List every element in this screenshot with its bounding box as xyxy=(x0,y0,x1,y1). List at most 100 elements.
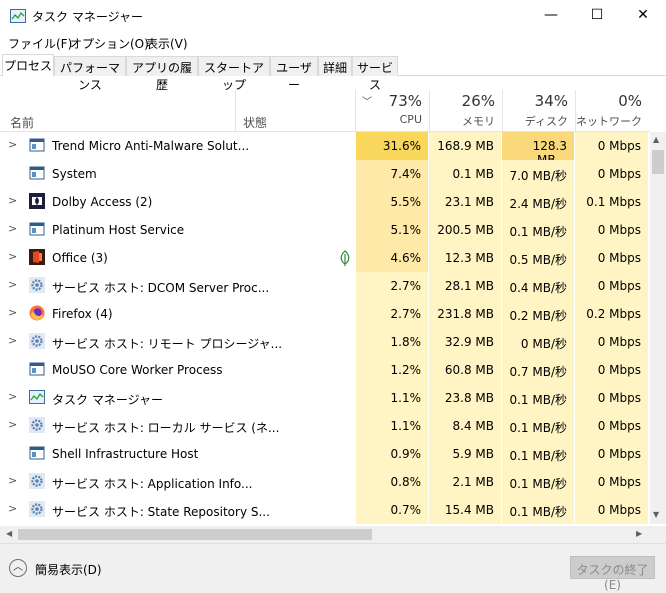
minimize-icon: — xyxy=(544,7,558,23)
chevron-right-icon[interactable]: > xyxy=(8,502,18,515)
vertical-scroll-thumb[interactable] xyxy=(652,150,664,174)
header-network[interactable]: 0% ネットワーク xyxy=(575,88,649,132)
scroll-down-icon[interactable]: ▼ xyxy=(653,510,659,519)
window-title: タスク マネージャー xyxy=(32,10,143,24)
tab-performance[interactable]: パフォーマンス xyxy=(54,56,126,92)
chevron-right-icon[interactable]: > xyxy=(8,418,18,431)
header-network-percent: 0% xyxy=(618,92,642,110)
menu-file[interactable]: ファイル(F) xyxy=(8,35,72,52)
memory-cell: 28.1 MB xyxy=(429,272,502,300)
header-cpu[interactable]: 73% CPU xyxy=(356,88,429,132)
disk-cell: 0.1 MB/秒 xyxy=(502,384,575,412)
chevron-right-icon[interactable]: > xyxy=(8,138,18,151)
process-name: Firefox (4) xyxy=(52,307,113,321)
process-name: Shell Infrastructure Host xyxy=(52,447,199,461)
process-row[interactable]: > サービス ホスト: DCOM Server Proc... 2.7% 28.1 M… xyxy=(0,272,650,300)
cpu-cell: 4.6% xyxy=(356,244,429,272)
process-name: Office (3) xyxy=(52,251,108,265)
cpu-cell: 1.8% xyxy=(356,328,429,356)
chevron-right-icon[interactable]: > xyxy=(8,194,18,207)
disk-cell: 0 MB/秒 xyxy=(502,328,575,356)
process-name: サービス ホスト: リモート プロシージャ... xyxy=(52,337,283,351)
tab-details[interactable]: 詳細 xyxy=(318,56,352,76)
process-row[interactable]: > Firefox (4) 2.7% 231.8 MB 0.2 MB/秒 0.2 Mbps xyxy=(0,300,650,328)
horizontal-scroll-thumb[interactable] xyxy=(18,529,372,540)
process-row[interactable]: > Trend Micro Anti-Malware Solut... 31.6% 1… xyxy=(0,132,650,167)
menu-bar: ファイル(F) オプション(O) 表示(V) xyxy=(0,32,666,54)
process-name: MoUSO Core Worker Process xyxy=(52,363,223,377)
memory-cell: 231.8 MB xyxy=(429,300,502,328)
process-name: サービス ホスト: Application Info... xyxy=(52,477,253,491)
scroll-right-icon[interactable]: ▶ xyxy=(636,529,642,538)
header-status[interactable]: 状態 xyxy=(243,114,267,131)
header-network-label: ネットワーク xyxy=(576,115,642,128)
chevron-right-icon[interactable]: > xyxy=(8,474,18,487)
memory-cell: 60.8 MB xyxy=(429,356,502,384)
process-row[interactable]: > サービス ホスト: State Repository S... 0.7% 15.4… xyxy=(0,496,650,524)
header-cpu-label: CPU xyxy=(399,113,422,126)
network-cell: 0 Mbps xyxy=(575,132,649,160)
vertical-scrollbar[interactable]: ▲ ▼ xyxy=(650,132,666,524)
disk-cell: 0.1 MB/秒 xyxy=(502,468,575,496)
memory-cell: 23.1 MB xyxy=(429,188,502,216)
scroll-up-icon[interactable]: ▲ xyxy=(653,135,659,144)
tab-bar: プロセス パフォーマンス アプリの履歴 スタートアップ ユーザー 詳細 サービス xyxy=(0,54,666,92)
chevron-right-icon[interactable]: > xyxy=(8,250,18,263)
process-name: Dolby Access (2) xyxy=(52,195,153,209)
tab-app-history[interactable]: アプリの履歴 xyxy=(126,56,198,92)
process-row[interactable]: > タスク マネージャー 1.1% 23.8 MB 0.1 MB/秒 0 Mbps xyxy=(0,384,650,412)
minimize-button[interactable]: — xyxy=(528,0,574,30)
footer-bar: ︿ 簡易表示(D) タスクの終了(E) xyxy=(0,543,666,593)
process-row[interactable]: MoUSO Core Worker Process 1.2% 60.8 MB 0.7 … xyxy=(0,356,650,384)
disk-cell: 0.7 MB/秒 xyxy=(502,356,575,384)
disk-cell: 0.1 MB/秒 xyxy=(502,440,575,468)
disk-cell: 128.3 MB... xyxy=(502,132,575,167)
memory-cell: 5.9 MB xyxy=(429,440,502,468)
process-row[interactable]: > Platinum Host Service 5.1% 200.5 MB 0.1 MB… xyxy=(0,216,650,244)
process-row[interactable]: Shell Infrastructure Host 0.9% 5.9 MB 0.1 M… xyxy=(0,440,650,468)
process-row[interactable]: > サービス ホスト: リモート プロシージャ... 1.8% 32.9 MB 0 MB… xyxy=(0,328,650,356)
menu-view[interactable]: 表示(V) xyxy=(146,35,188,52)
app-window-icon xyxy=(29,165,45,181)
chevron-up-icon[interactable]: ︿ xyxy=(9,559,27,577)
tab-startup[interactable]: スタートアップ xyxy=(198,56,270,92)
process-name: Trend Micro Anti-Malware Solut... xyxy=(52,139,250,153)
process-row[interactable]: > サービス ホスト: Application Info... 0.8% 2.1 MB… xyxy=(0,468,650,496)
simple-view-link[interactable]: 簡易表示(D) xyxy=(35,561,102,578)
disk-cell: 0.1 MB/秒 xyxy=(502,496,575,524)
office-icon xyxy=(29,249,45,265)
menu-options[interactable]: オプション(O) xyxy=(70,35,149,52)
chevron-right-icon[interactable]: > xyxy=(8,334,18,347)
process-row[interactable]: > Dolby Access (2) 5.5% 23.1 MB 2.4 MB/秒 0.1 … xyxy=(0,188,650,216)
process-list: > Trend Micro Anti-Malware Solut... 31.6% 1… xyxy=(0,132,650,524)
chevron-right-icon[interactable]: > xyxy=(8,222,18,235)
process-row[interactable]: System 7.4% 0.1 MB 7.0 MB/秒 0 Mbps xyxy=(0,160,650,188)
cpu-cell: 0.9% xyxy=(356,440,429,468)
maximize-button[interactable]: ☐ xyxy=(574,0,620,30)
scroll-left-icon[interactable]: ◀ xyxy=(6,529,12,538)
task-manager-app-icon xyxy=(10,9,26,23)
header-name[interactable]: 名前 xyxy=(10,114,34,131)
process-row[interactable]: > サービス ホスト: ローカル サービス (ネ... 1.1% 8.4 MB 0.1 … xyxy=(0,412,650,440)
header-memory[interactable]: 26% メモリ xyxy=(429,88,502,132)
header-disk[interactable]: 34% ディスク xyxy=(502,88,575,132)
header-disk-percent: 34% xyxy=(534,92,568,110)
dolby-icon xyxy=(29,193,45,209)
memory-cell: 2.1 MB xyxy=(429,468,502,496)
app-window-icon xyxy=(29,137,45,153)
title-bar: タスク マネージャー — ☐ ✕ xyxy=(0,0,666,32)
tab-processes[interactable]: プロセス xyxy=(2,54,54,76)
chevron-right-icon[interactable]: > xyxy=(8,278,18,291)
cpu-cell: 1.1% xyxy=(356,384,429,412)
chevron-right-icon[interactable]: > xyxy=(8,306,18,319)
header-divider[interactable] xyxy=(235,90,236,132)
tab-services[interactable]: サービス xyxy=(352,56,398,92)
chevron-right-icon[interactable]: > xyxy=(8,390,18,403)
end-task-button[interactable]: タスクの終了(E) xyxy=(570,556,655,592)
close-button[interactable]: ✕ xyxy=(620,0,666,30)
process-row[interactable]: > Office (3) 4.6% 12.3 MB 0.5 MB/秒 0 Mbps xyxy=(0,244,650,272)
cpu-cell: 0.7% xyxy=(356,496,429,524)
horizontal-scrollbar[interactable]: ◀ ▶ xyxy=(0,526,650,543)
tab-users[interactable]: ユーザー xyxy=(270,56,318,92)
network-cell: 0 Mbps xyxy=(575,216,649,244)
